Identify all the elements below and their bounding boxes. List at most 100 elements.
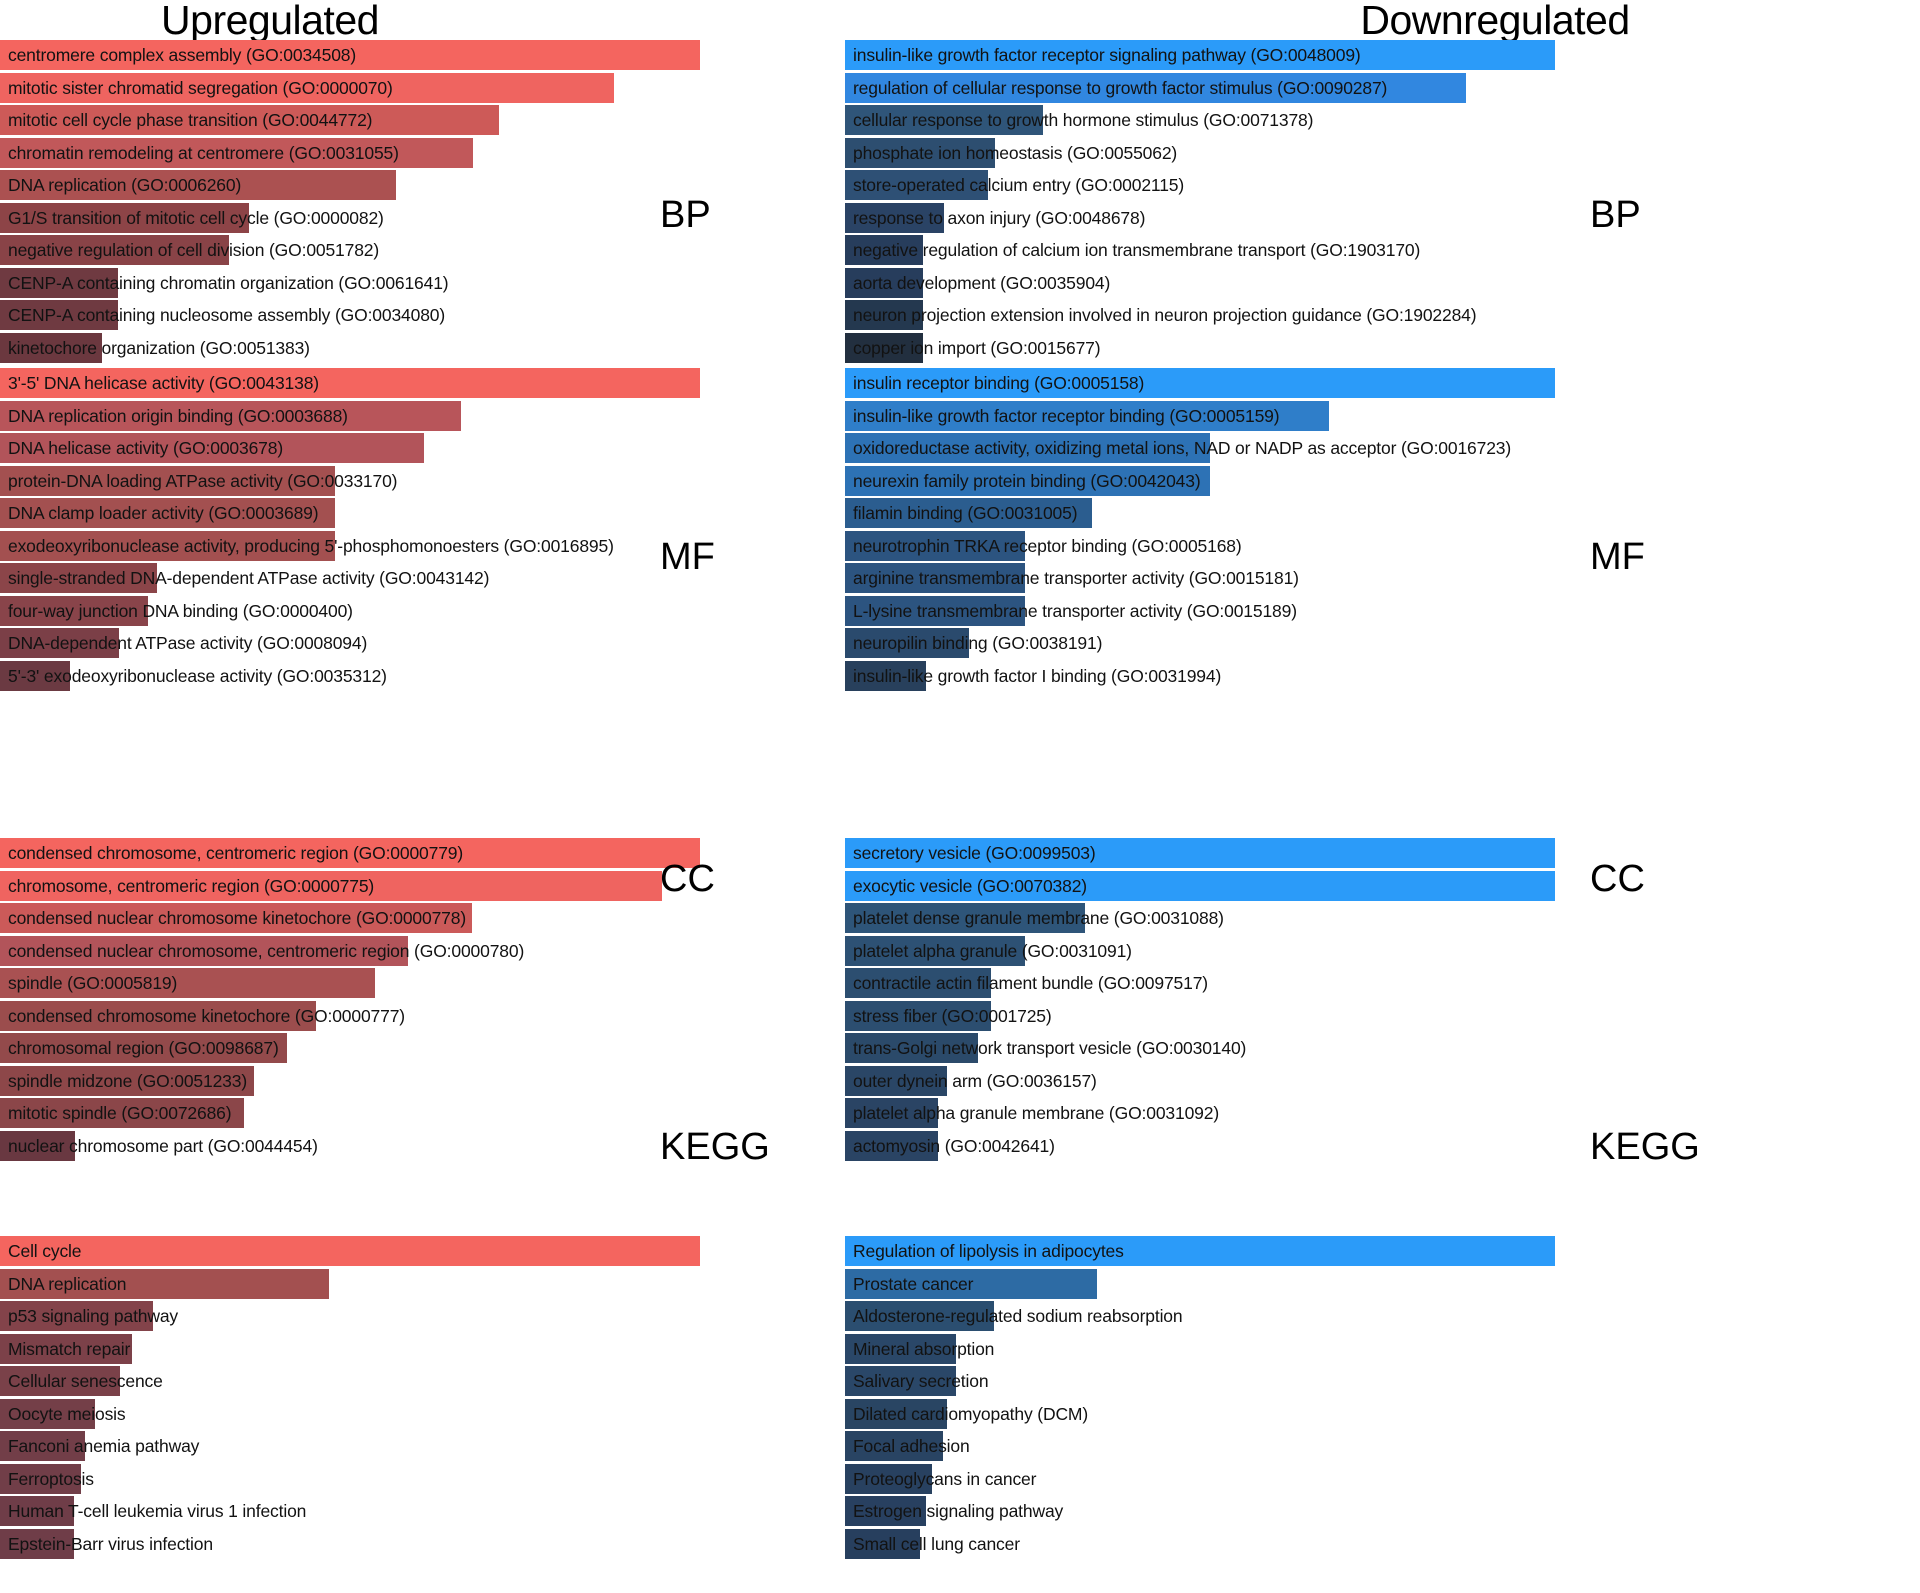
bar-row[interactable]: centromere complex assembly (GO:0034508) xyxy=(0,40,940,70)
bar-row[interactable]: store-operated calcium entry (GO:0002115… xyxy=(845,170,1785,200)
bar-row[interactable]: L-lysine transmembrane transporter activ… xyxy=(845,595,1785,626)
bar-row[interactable]: 5'-3' exodeoxyribonuclease activity (GO:… xyxy=(0,660,940,691)
bar-row[interactable]: regulation of cellular response to growt… xyxy=(845,72,1785,103)
bar-row[interactable]: single-stranded DNA-dependent ATPase act… xyxy=(0,563,940,593)
bar-label: chromatin remodeling at centromere (GO:0… xyxy=(8,142,399,163)
bar-row[interactable]: neuropilin binding (GO:0038191) xyxy=(845,628,1785,658)
bar-label: filamin binding (GO:0031005) xyxy=(853,503,1078,523)
bar-row[interactable]: DNA replication (GO:0006260) xyxy=(0,170,940,200)
bar-row[interactable]: platelet dense granule membrane (GO:0031… xyxy=(845,903,1785,933)
bar-row[interactable]: four-way junction DNA binding (GO:000040… xyxy=(0,595,940,626)
bar-row[interactable]: condensed nuclear chromosome kinetochore… xyxy=(0,903,940,933)
bar-row[interactable]: Oocyte meiosis xyxy=(0,1398,940,1429)
bar-row[interactable]: protein-DNA loading ATPase activity (GO:… xyxy=(0,465,940,496)
bar-row[interactable]: mitotic spindle (GO:0072686) xyxy=(0,1098,940,1128)
bar-label: neurotrophin TRKA receptor binding (GO:0… xyxy=(853,535,1242,556)
bar-row[interactable]: Human T-cell leukemia virus 1 infection xyxy=(0,1496,940,1526)
bar-row[interactable]: chromatin remodeling at centromere (GO:0… xyxy=(0,137,940,168)
bar-row[interactable]: kinetochore organization (GO:0051383) xyxy=(0,332,940,363)
bar-row[interactable]: condensed chromosome kinetochore (GO:000… xyxy=(0,1000,940,1031)
bar-row[interactable]: Aldosterone-regulated sodium reabsorptio… xyxy=(845,1301,1785,1331)
bar-row[interactable]: insulin-like growth factor I binding (GO… xyxy=(845,660,1785,691)
bar-row[interactable]: Focal adhesion xyxy=(845,1431,1785,1461)
bar-row[interactable]: Estrogen signaling pathway xyxy=(845,1496,1785,1526)
bar-row[interactable]: Proteoglycans in cancer xyxy=(845,1463,1785,1494)
bar-row[interactable]: Mismatch repair xyxy=(0,1333,940,1364)
bar-row[interactable]: Dilated cardiomyopathy (DCM) xyxy=(845,1398,1785,1429)
bar-row[interactable]: Epstein-Barr virus infection xyxy=(0,1528,940,1559)
bar-row[interactable]: chromosomal region (GO:0098687) xyxy=(0,1033,940,1063)
bar-row[interactable]: response to axon injury (GO:0048678) xyxy=(845,202,1785,233)
bar-label: CENP-A containing chromatin organization… xyxy=(8,272,449,293)
bar-row[interactable]: negative regulation of calcium ion trans… xyxy=(845,235,1785,265)
bar-row[interactable]: Ferroptosis xyxy=(0,1463,940,1494)
bar-row[interactable]: condensed chromosome, centromeric region… xyxy=(0,838,940,868)
bar-row[interactable]: G1/S transition of mitotic cell cycle (G… xyxy=(0,202,940,233)
bar-row[interactable]: Small cell lung cancer xyxy=(845,1528,1785,1559)
ontology-label-cc: CC xyxy=(660,858,715,900)
bar-row[interactable]: condensed nuclear chromosome, centromeri… xyxy=(0,935,940,966)
bar-row[interactable]: aorta development (GO:0035904) xyxy=(845,267,1785,298)
bar-row[interactable]: filamin binding (GO:0031005) xyxy=(845,498,1785,528)
ontology-label-kegg: KEGG xyxy=(1590,1126,1700,1168)
bar-row[interactable]: negative regulation of cell division (GO… xyxy=(0,235,940,265)
bar[interactable] xyxy=(0,1236,700,1266)
bar-row[interactable]: nuclear chromosome part (GO:0044454) xyxy=(0,1130,940,1161)
bar-row[interactable]: exodeoxyribonuclease activity, producing… xyxy=(0,530,940,561)
bar-row[interactable]: contractile actin filament bundle (GO:00… xyxy=(845,968,1785,998)
bar-row[interactable]: spindle (GO:0005819) xyxy=(0,968,940,998)
bar-row[interactable]: phosphate ion homeostasis (GO:0055062) xyxy=(845,137,1785,168)
bar-row[interactable]: outer dynein arm (GO:0036157) xyxy=(845,1065,1785,1096)
bar-row[interactable]: DNA replication origin binding (GO:00036… xyxy=(0,400,940,431)
bar-row[interactable]: spindle midzone (GO:0051233) xyxy=(0,1065,940,1096)
bar-row[interactable]: trans-Golgi network transport vesicle (G… xyxy=(845,1033,1785,1063)
bar-row[interactable]: cellular response to growth hormone stim… xyxy=(845,105,1785,135)
bar-label: chromosomal region (GO:0098687) xyxy=(8,1038,279,1058)
bar-label: 5'-3' exodeoxyribonuclease activity (GO:… xyxy=(8,665,387,686)
bar-row[interactable]: Regulation of lipolysis in adipocytes xyxy=(845,1236,1785,1266)
bar-row[interactable]: insulin receptor binding (GO:0005158) xyxy=(845,368,1785,398)
bar-row[interactable]: platelet alpha granule (GO:0031091) xyxy=(845,935,1785,966)
bar-row[interactable]: Fanconi anemia pathway xyxy=(0,1431,940,1461)
section-mf: 3'-5' DNA helicase activity (GO:0043138)… xyxy=(0,368,940,693)
bar-row[interactable]: DNA replication xyxy=(0,1268,940,1299)
bar-row[interactable]: CENP-A containing chromatin organization… xyxy=(0,267,940,298)
bar-row[interactable]: chromosome, centromeric region (GO:00007… xyxy=(0,870,940,901)
bar-row[interactable]: neurexin family protein binding (GO:0042… xyxy=(845,465,1785,496)
bar-label: nuclear chromosome part (GO:0044454) xyxy=(8,1135,318,1156)
bar-label: 3'-5' DNA helicase activity (GO:0043138) xyxy=(8,373,319,393)
bar-label: condensed chromosome, centromeric region… xyxy=(8,843,464,863)
bar-label: kinetochore organization (GO:0051383) xyxy=(8,337,310,358)
bar-row[interactable]: insulin-like growth factor receptor bind… xyxy=(845,400,1785,431)
bar-row[interactable]: oxidoreductase activity, oxidizing metal… xyxy=(845,433,1785,463)
bar-row[interactable]: Prostate cancer xyxy=(845,1268,1785,1299)
bar-label: arginine transmembrane transporter activ… xyxy=(853,568,1299,588)
bar-label: negative regulation of cell division (GO… xyxy=(8,240,380,260)
bar-row[interactable]: Cellular senescence xyxy=(0,1366,940,1396)
bar-label: platelet alpha granule (GO:0031091) xyxy=(853,940,1132,961)
bar-row[interactable]: CENP-A containing nucleosome assembly (G… xyxy=(0,300,940,330)
bar-row[interactable]: Mineral absorption xyxy=(845,1333,1785,1364)
bar-row[interactable]: mitotic sister chromatid segregation (GO… xyxy=(0,72,940,103)
bar-row[interactable]: stress fiber (GO:0001725) xyxy=(845,1000,1785,1031)
bar-row[interactable]: neuron projection extension involved in … xyxy=(845,300,1785,330)
bar-label: Prostate cancer xyxy=(853,1273,974,1294)
bar-row[interactable]: DNA-dependent ATPase activity (GO:000809… xyxy=(0,628,940,658)
bar-row[interactable]: DNA clamp loader activity (GO:0003689) xyxy=(0,498,940,528)
bar-row[interactable]: p53 signaling pathway xyxy=(0,1301,940,1331)
bar-row[interactable]: DNA helicase activity (GO:0003678) xyxy=(0,433,940,463)
bar-label: mitotic cell cycle phase transition (GO:… xyxy=(8,110,373,130)
bar-label: condensed nuclear chromosome, centromeri… xyxy=(8,940,525,961)
bar-row[interactable]: Cell cycle xyxy=(0,1236,940,1266)
bar-row[interactable]: 3'-5' DNA helicase activity (GO:0043138) xyxy=(0,368,940,398)
bar-label: contractile actin filament bundle (GO:00… xyxy=(853,973,1208,993)
bar-label: Estrogen signaling pathway xyxy=(853,1501,1064,1521)
bar-row[interactable]: Salivary secretion xyxy=(845,1366,1785,1396)
bar-label: regulation of cellular response to growt… xyxy=(853,77,1388,98)
bar-row[interactable]: platelet alpha granule membrane (GO:0031… xyxy=(845,1098,1785,1128)
bar-row[interactable]: copper ion import (GO:0015677) xyxy=(845,332,1785,363)
bar-label: Epstein-Barr virus infection xyxy=(8,1533,213,1554)
bar-row[interactable]: insulin-like growth factor receptor sign… xyxy=(845,40,1785,70)
bar-row[interactable]: mitotic cell cycle phase transition (GO:… xyxy=(0,105,940,135)
bar-label: insulin-like growth factor I binding (GO… xyxy=(853,665,1222,686)
